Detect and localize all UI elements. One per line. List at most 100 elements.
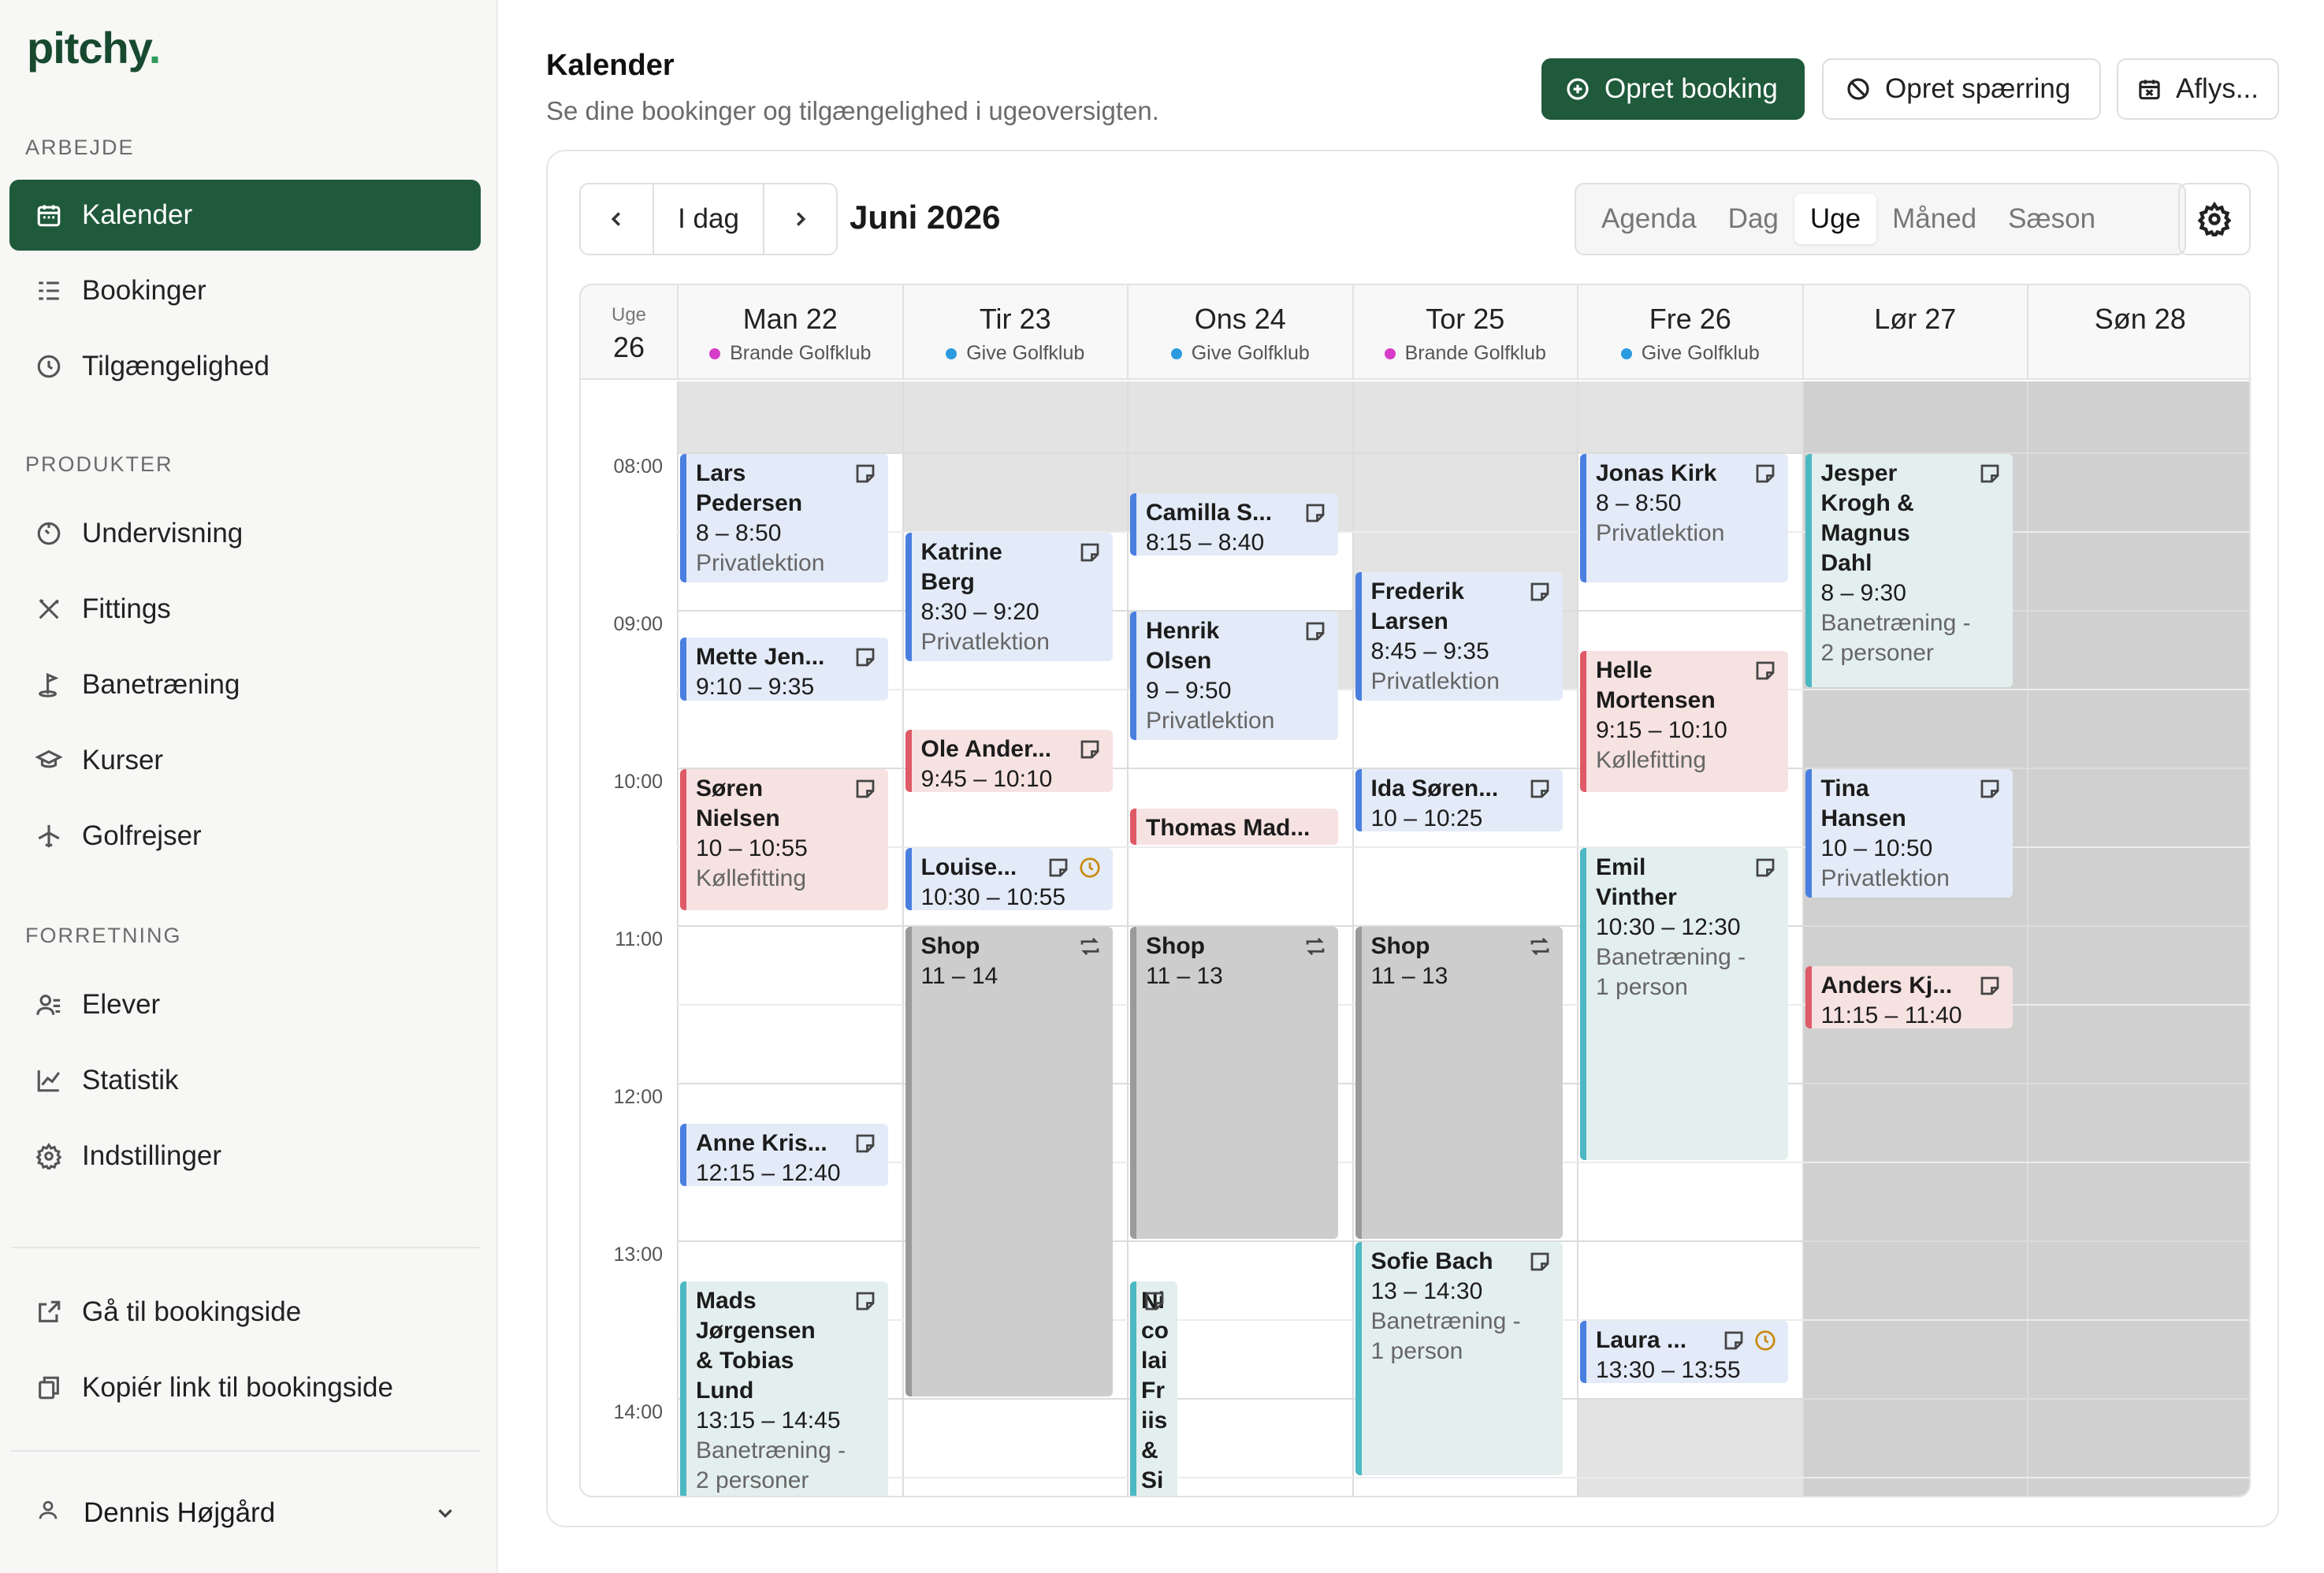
event-title: Sofie Bach — [1370, 1248, 1493, 1274]
next-week-button[interactable] — [764, 184, 836, 254]
clock-icon — [1080, 857, 1100, 878]
sidebar-item-bookinger[interactable]: Bookinger — [9, 255, 481, 326]
unavailable-block — [679, 381, 902, 452]
section-label-produkter: PRODUKTER — [25, 452, 173, 476]
link-booking-page[interactable]: Gå til bookingside — [9, 1277, 481, 1348]
booking-event[interactable]: Henrik Olsen 9 – 9:50 Privatlektion — [1130, 612, 1338, 740]
event-type: Privatlektion — [1370, 668, 1500, 694]
event-title: Larsen — [1370, 608, 1448, 634]
booking-event[interactable]: Mette Jen... 9:10 – 9:35 — [680, 638, 888, 701]
event-icons — [1753, 856, 1777, 879]
shop-block[interactable]: Shop 11 – 13 — [1355, 927, 1563, 1239]
prev-week-button[interactable] — [581, 184, 653, 254]
event-icons — [1528, 777, 1552, 801]
booking-event[interactable]: Anders Kj... 11:15 – 11:40 — [1805, 966, 2013, 1029]
event-time: 9:15 – 10:10 — [1596, 717, 1727, 743]
sidebar-item-statistik[interactable]: Statistik — [9, 1045, 481, 1116]
booking-event[interactable]: Katrine Berg 8:30 – 9:20 Privatlektion — [905, 533, 1113, 661]
day-header[interactable]: Fre 26 Give Golfklub — [1577, 285, 1802, 380]
event-title: Shop — [920, 933, 980, 959]
user-menu[interactable]: Dennis Højgård — [9, 1482, 481, 1545]
day-column[interactable] — [2027, 381, 2249, 1496]
booking-event[interactable]: Frederik Larsen 8:45 – 9:35 Privatlektion — [1355, 572, 1563, 701]
create-booking-button[interactable]: Opret booking — [1541, 58, 1805, 120]
sidebar-item-golfrejser[interactable]: Golfrejser — [9, 801, 481, 872]
day-header[interactable]: Ons 24 Give Golfklub — [1127, 285, 1352, 380]
note-icon — [1306, 622, 1324, 641]
sidebar-item-tilgaengelighed[interactable]: Tilgængelighed — [9, 331, 481, 402]
booking-event[interactable]: Sofie Bach 13 – 14:30 Banetræning - 1 perso… — [1355, 1242, 1563, 1475]
event-type: Privatlektion — [1596, 520, 1725, 546]
day-header[interactable]: Tir 23 Give Golfklub — [902, 285, 1128, 380]
booking-event[interactable]: Camilla S... 8:15 – 8:40 — [1130, 493, 1338, 556]
sidebar-item-indstillinger[interactable]: Indstillinger — [9, 1121, 481, 1192]
day-header[interactable]: Lør 27 — [1802, 285, 2028, 380]
booking-event[interactable]: Jonas Kirk 8 – 8:50 Privatlektion — [1580, 454, 1788, 582]
today-button[interactable]: I dag — [654, 184, 763, 254]
chevron-left-icon — [612, 212, 621, 226]
event-type: 1 person — [1596, 974, 1688, 1000]
event-time: 10 – 10:25 — [1370, 805, 1483, 831]
note-icon — [856, 648, 874, 667]
day-header[interactable]: Søn 28 — [2027, 285, 2249, 380]
booking-event[interactable]: Laura ... 13:30 – 13:55 — [1580, 1321, 1788, 1384]
booking-event[interactable]: Helle Mortensen 9:15 – 10:10 Køllefitting — [1580, 651, 1788, 793]
booking-event[interactable]: Jesper Krogh & Magnus Dahl 8 – 9:30 Banetræni… — [1805, 454, 2013, 687]
club-dot — [709, 348, 721, 359]
event-title: Anne Kris... — [696, 1130, 827, 1156]
cancel-button[interactable]: Aflys... — [2117, 58, 2279, 120]
booking-event[interactable]: Anne Kris... 12:15 – 12:40 — [680, 1124, 888, 1187]
event-icons — [853, 645, 877, 669]
day-label: Søn 28 — [2094, 303, 2186, 335]
shop-block[interactable]: Shop 11 – 14 — [905, 927, 1113, 1396]
sidebar-item-banetraening[interactable]: Banetræning — [9, 649, 481, 720]
day-header[interactable]: Tor 25 Brande Golfklub — [1352, 285, 1578, 380]
event-icons — [1978, 462, 2002, 485]
booking-event[interactable]: Ni co lai Fr iis & Si — [1130, 1281, 1177, 1496]
shop-block[interactable]: Shop 11 – 13 — [1130, 927, 1338, 1239]
copy-booking-link[interactable]: Kopiér link til bookingside — [9, 1352, 481, 1423]
event-time: 11:15 – 11:40 — [1820, 1002, 1962, 1028]
note-icon — [856, 1134, 874, 1153]
booking-event[interactable]: Thomas Mad... — [1130, 809, 1338, 845]
pitchy-logo[interactable]: pitchy. — [27, 22, 161, 73]
sidebar-item-fittings[interactable]: Fittings — [9, 574, 481, 645]
week-grid: Uge 26 Man 22 Brande Golfklub Tir 23 Give G… — [579, 284, 2251, 1497]
sidebar-item-kurser[interactable]: Kurser — [9, 725, 481, 796]
booking-event[interactable]: Tina Hansen 10 – 10:50 Privatlektion — [1805, 769, 2013, 898]
booking-event[interactable]: Ole Ander... 9:45 – 10:10 — [905, 730, 1113, 793]
note-icon — [1530, 582, 1549, 601]
tab-agenda[interactable]: Agenda — [1586, 194, 1712, 244]
page-title: Kalender — [546, 49, 675, 82]
tab-dag[interactable]: Dag — [1712, 194, 1794, 244]
event-type: Køllefitting — [1596, 747, 1707, 773]
booking-event[interactable]: Mads Jørgensen & Tobias Lund 13:15 – 14:45 Ba… — [680, 1281, 888, 1496]
booking-event[interactable]: Søren Nielsen 10 – 10:55 Køllefitting — [680, 769, 888, 911]
event-icons — [1722, 1329, 1777, 1352]
event-title: Ole Ander... — [920, 736, 1052, 762]
event-icons — [1528, 935, 1552, 958]
create-block-button[interactable]: Opret spærring — [1822, 58, 2101, 120]
sidebar-item-kalender[interactable]: Kalender — [9, 180, 481, 251]
tools-icon — [33, 593, 65, 625]
tab-saeson[interactable]: Sæson — [1992, 194, 2111, 244]
sidebar-item-elever[interactable]: Elever — [9, 969, 481, 1040]
tab-uge[interactable]: Uge — [1794, 194, 1877, 244]
tab-maaned[interactable]: Måned — [1876, 194, 1992, 244]
time-label: 11:00 — [615, 928, 663, 950]
booking-event[interactable]: Louise... 10:30 – 10:55 — [905, 848, 1113, 911]
clock-icon — [1754, 1330, 1776, 1351]
booking-event[interactable]: Ida Søren... 10 – 10:25 — [1355, 769, 1563, 832]
event-title: Hansen — [1820, 805, 1906, 831]
day-header[interactable]: Man 22 Brande Golfklub — [677, 285, 902, 380]
note-icon — [1530, 779, 1549, 798]
chevron-down-icon — [433, 1500, 457, 1532]
repeat-icon — [1080, 938, 1099, 955]
view-switcher: Agenda Dag Uge Måned Sæson — [1575, 183, 2186, 255]
event-icons — [1047, 856, 1102, 879]
calendar-settings-button[interactable] — [2178, 183, 2251, 255]
sidebar-item-undervisning[interactable]: Undervisning — [9, 498, 481, 569]
booking-event[interactable]: Lars Pedersen 8 – 8:50 Privatlektion — [680, 454, 888, 582]
event-icons — [1978, 777, 2002, 801]
booking-event[interactable]: Emil Vinther 10:30 – 12:30 Banetræning - 1 p… — [1580, 848, 1788, 1160]
